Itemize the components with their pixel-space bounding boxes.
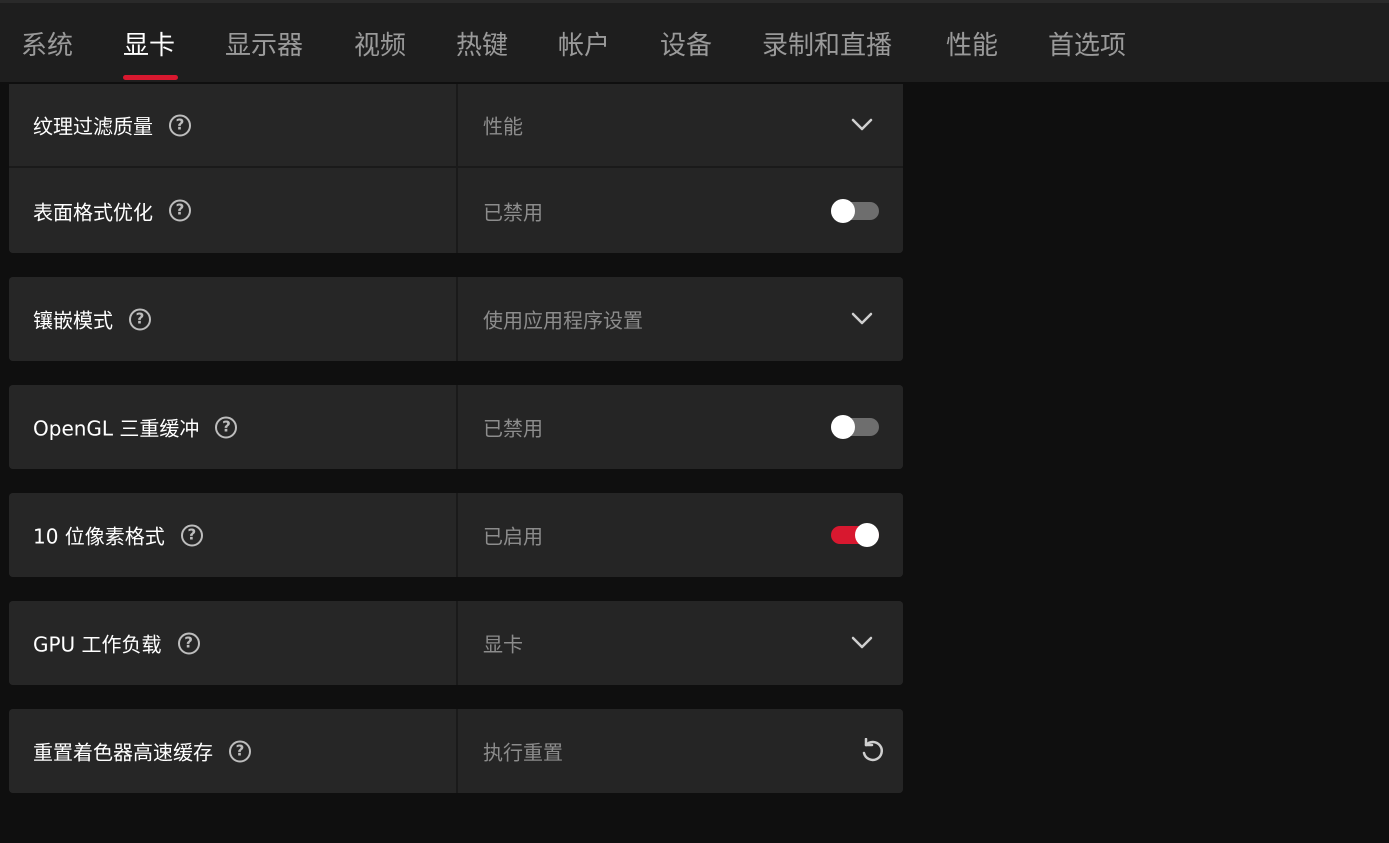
tab-devices[interactable]: 设备 <box>660 25 712 62</box>
question-circle-icon[interactable]: ? <box>129 308 151 330</box>
toggle-knob <box>831 415 855 439</box>
setting-row-texture-filtering: 纹理过滤质量 ? 性能 <box>9 84 903 166</box>
setting-label: 10 位像素格式 <box>33 524 165 549</box>
toggle-knob <box>855 523 879 547</box>
setting-value: 已禁用 <box>483 200 543 224</box>
tab-preferences[interactable]: 首选项 <box>1048 25 1126 62</box>
texture-filtering-dropdown[interactable]: 性能 <box>458 84 903 166</box>
setting-label: 纹理过滤质量 <box>33 114 153 139</box>
top-tab-bar: 系统 显卡 显示器 视频 热键 帐户 设备 录制和直播 性能 首选项 <box>0 0 1389 82</box>
reset-shader-cache-button[interactable]: 执行重置 <box>458 709 903 793</box>
tab-graphics[interactable]: 显卡 <box>123 25 175 62</box>
question-circle-icon[interactable]: ? <box>169 199 191 222</box>
reset-icon[interactable] <box>859 738 885 764</box>
tab-hotkeys[interactable]: 热键 <box>456 25 508 62</box>
active-tab-indicator <box>123 75 178 80</box>
chevron-down-icon[interactable] <box>851 636 873 650</box>
tab-recording-streaming[interactable]: 录制和直播 <box>762 25 892 62</box>
setting-value: 已禁用 <box>483 416 543 441</box>
setting-label: OpenGL 三重缓冲 <box>33 416 200 441</box>
setting-row-10bit-pixel-format: 10 位像素格式 ? 已启用 <box>9 493 903 577</box>
tab-video[interactable]: 视频 <box>354 25 406 62</box>
question-circle-icon[interactable]: ? <box>229 740 251 762</box>
tessellation-dropdown[interactable]: 使用应用程序设置 <box>458 277 903 361</box>
setting-label: 表面格式优化 <box>33 200 153 224</box>
opengl-triple-buffering-toggle[interactable] <box>831 415 879 439</box>
tab-display[interactable]: 显示器 <box>225 25 303 62</box>
setting-value: 性能 <box>483 114 523 139</box>
setting-value: 使用应用程序设置 <box>483 308 643 333</box>
setting-row-surface-format: 表面格式优化 ? 已禁用 <box>9 168 903 253</box>
question-circle-icon[interactable]: ? <box>169 114 191 136</box>
setting-label: 重置着色器高速缓存 <box>33 740 213 765</box>
setting-row-opengl-triple-buffering: OpenGL 三重缓冲 ? 已禁用 <box>9 385 903 469</box>
toggle-knob <box>831 198 855 223</box>
question-circle-icon[interactable]: ? <box>177 632 200 654</box>
setting-value: 执行重置 <box>483 740 563 765</box>
setting-row-tessellation: 镶嵌模式 ? 使用应用程序设置 <box>9 277 903 361</box>
setting-value: 显卡 <box>483 632 523 657</box>
setting-label: 镶嵌模式 <box>33 308 113 333</box>
chevron-down-icon[interactable] <box>851 118 873 132</box>
setting-label: GPU 工作负载 <box>33 632 162 657</box>
setting-row-reset-shader-cache: 重置着色器高速缓存 ? 执行重置 <box>9 709 903 793</box>
question-circle-icon[interactable]: ? <box>215 416 238 438</box>
setting-row-gpu-workload: GPU 工作负载 ? 显卡 <box>9 601 903 685</box>
setting-value: 已启用 <box>483 524 543 549</box>
surface-format-toggle[interactable] <box>831 198 879 223</box>
chevron-down-icon[interactable] <box>851 312 873 326</box>
gpu-workload-dropdown[interactable]: 显卡 <box>458 601 903 685</box>
10bit-pixel-format-toggle[interactable] <box>831 523 879 547</box>
tab-system[interactable]: 系统 <box>21 25 73 62</box>
tab-account[interactable]: 帐户 <box>558 25 610 62</box>
question-circle-icon[interactable]: ? <box>180 524 203 546</box>
tab-performance[interactable]: 性能 <box>946 25 998 62</box>
